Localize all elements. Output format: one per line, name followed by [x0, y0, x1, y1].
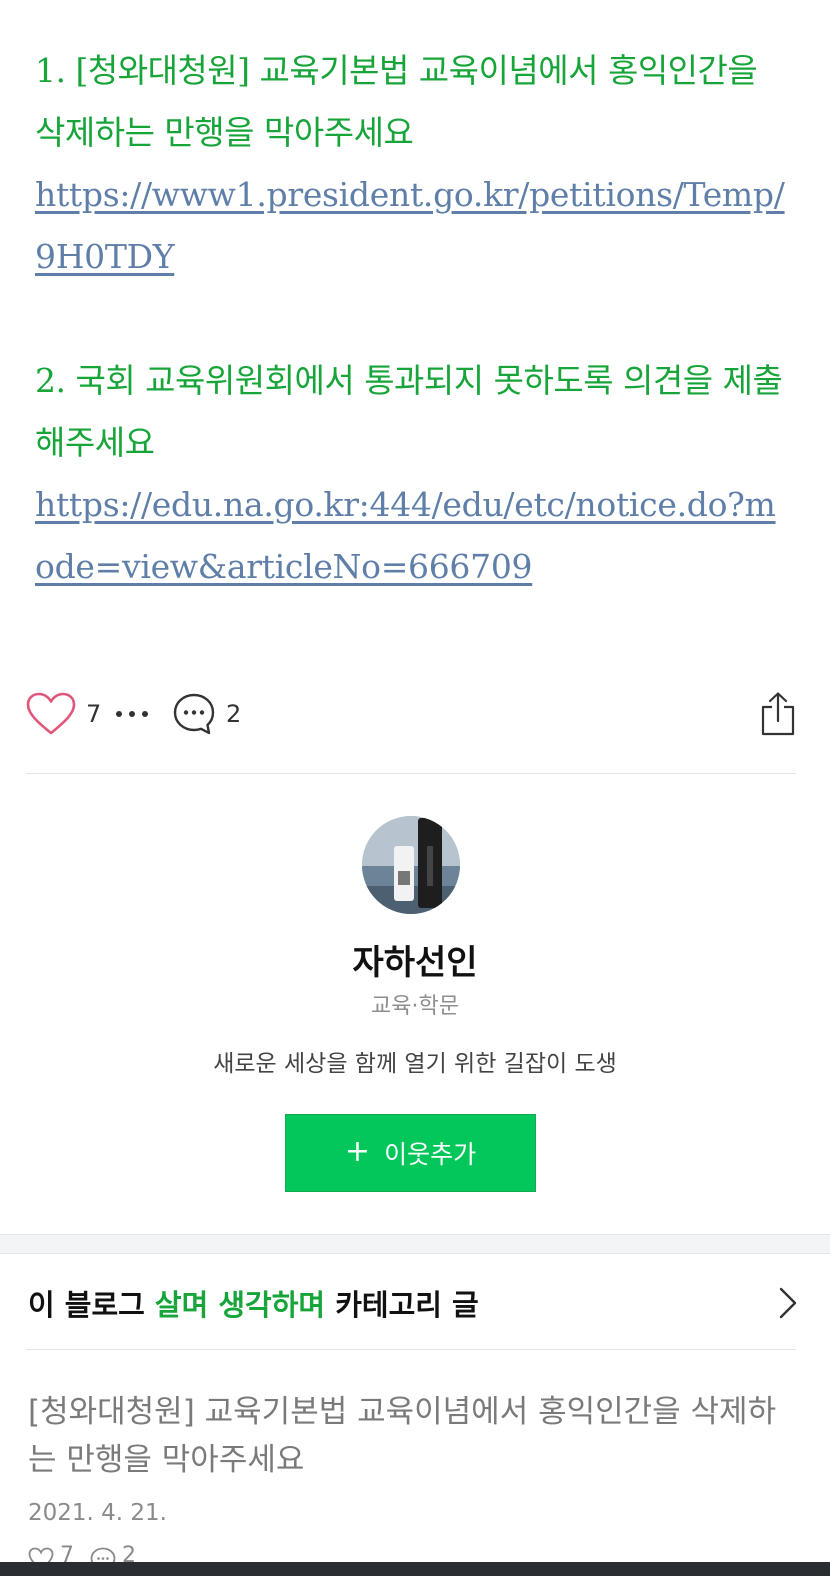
more-button[interactable] [114, 686, 150, 742]
add-neighbor-label: 이웃추가 [384, 1140, 477, 1169]
category-divider [26, 1349, 796, 1350]
share-button[interactable] [760, 686, 796, 742]
petition-item-1-title: 1. [청와대청원] 교육기본법 교육이념에서 홍익인간을 삭제하는 만행을 막… [35, 51, 758, 152]
like-count: 7 [86, 700, 102, 728]
petition-item-2-link[interactable]: https://edu.na.go.kr:444/edu/etc/notice.… [35, 474, 795, 598]
chevron-right-icon[interactable] [772, 1286, 802, 1320]
related-post-title[interactable]: [청와대청원] 교육기본법 교육이념에서 홍익인간을 삭제하는 만행을 막아주세… [28, 1388, 798, 1484]
post-action-bar: 7 2 [26, 686, 796, 742]
avatar-image [362, 816, 460, 914]
related-post-date: 2021. 4. 21. [28, 1500, 167, 1526]
comment-bubble-icon [173, 693, 215, 735]
blog-name[interactable]: 자하선인 [0, 935, 830, 984]
category-posts-header[interactable]: 이 블로그 살며 생각하며 카테고리 글 [28, 1282, 479, 1324]
blog-category: 교육·학문 [371, 994, 459, 1019]
share-icon [761, 692, 795, 736]
plus-icon: + [344, 1134, 371, 1169]
post-body: 1. [청와대청원] 교육기본법 교육이념에서 홍익인간을 삭제하는 만행을 막… [35, 40, 795, 598]
petition-item-2-title: 2. 국회 교육위원회에서 통과되지 못하도록 의견을 제출해주세요 [35, 361, 783, 462]
petition-item-1-link[interactable]: https://www1.president.go.kr/petitions/T… [35, 164, 795, 288]
category-header-suffix: 카테고리 글 [325, 1288, 479, 1322]
like-button[interactable]: 7 [26, 686, 101, 742]
section-divider [26, 773, 796, 774]
add-neighbor-button[interactable]: + 이웃추가 [285, 1114, 536, 1192]
comment-count: 2 [226, 700, 242, 728]
blog-description: 새로운 세상을 함께 열기 위한 길잡이 도생 [213, 1051, 617, 1077]
category-name: 살며 생각하며 [154, 1288, 326, 1322]
heart-icon [26, 692, 76, 735]
bottom-toolbar-edge [0, 1562, 830, 1576]
section-separator-band [0, 1234, 830, 1254]
blogger-avatar[interactable] [362, 816, 460, 914]
more-dots-icon [116, 711, 148, 717]
comment-button[interactable]: 2 [172, 686, 241, 742]
category-header-prefix: 이 블로그 [28, 1288, 155, 1322]
